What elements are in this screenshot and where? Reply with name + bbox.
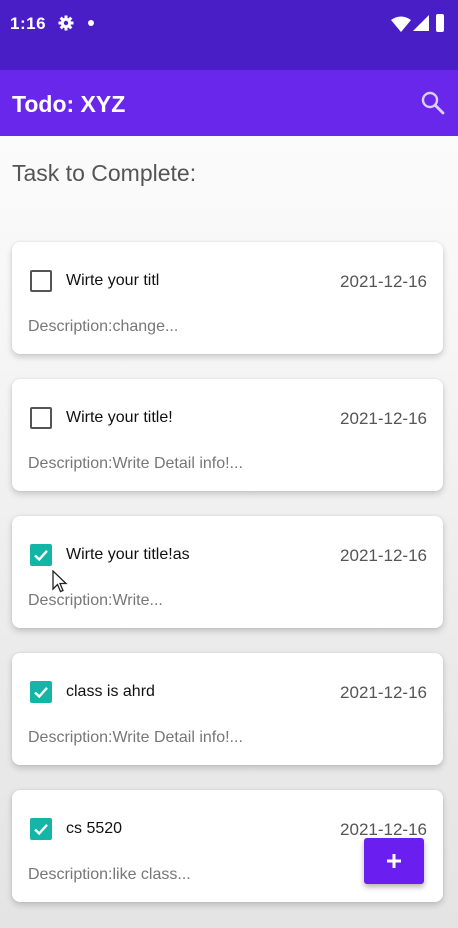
task-title: Wirte your title!	[66, 409, 173, 426]
add-task-button[interactable]	[364, 838, 424, 884]
task-description: Description:change...	[28, 318, 179, 335]
task-description: Description:Write...	[28, 592, 163, 609]
task-card[interactable]: Wirte your titl 2021-12-16 Description:c…	[12, 242, 443, 354]
status-time: 1:16	[10, 14, 47, 33]
task-date: 2021-12-16	[340, 272, 427, 291]
task-card[interactable]: Wirte your title! 2021-12-16 Description…	[12, 379, 443, 491]
task-date: 2021-12-16	[340, 409, 427, 428]
task-description: Description:Write Detail info!...	[28, 455, 243, 472]
status-bar: 1:16	[0, 0, 458, 70]
task-title: class is ahrd	[66, 683, 155, 700]
app-bar: Todo: XYZ	[0, 70, 458, 136]
task-checkbox[interactable]	[30, 407, 52, 429]
dot-icon	[88, 20, 94, 26]
task-checkbox-checked[interactable]	[30, 818, 52, 840]
task-date: 2021-12-16	[340, 683, 427, 702]
check-icon	[34, 823, 48, 836]
check-icon	[34, 686, 48, 699]
task-description: Description:like class...	[28, 866, 191, 883]
task-title: Wirte your title!as	[66, 546, 190, 563]
app-title: Todo: XYZ	[12, 91, 126, 117]
signal-icon	[413, 15, 429, 31]
task-description: Description:Write Detail info!...	[28, 729, 243, 746]
task-date: 2021-12-16	[340, 820, 427, 839]
task-title: cs 5520	[66, 820, 123, 837]
task-checkbox[interactable]	[30, 270, 52, 292]
task-date: 2021-12-16	[340, 546, 427, 565]
task-title: Wirte your titl	[66, 272, 160, 289]
wifi-icon	[391, 16, 411, 32]
battery-icon	[436, 14, 444, 32]
task-card[interactable]: Wirte your title!as 2021-12-16 Descripti…	[12, 516, 443, 628]
search-icon[interactable]	[420, 90, 446, 116]
section-title: Task to Complete:	[12, 160, 197, 186]
task-checkbox-checked[interactable]	[30, 681, 52, 703]
task-card[interactable]: class is ahrd 2021-12-16 Description:Wri…	[12, 653, 443, 765]
check-icon	[34, 549, 48, 562]
gear-icon	[58, 15, 74, 31]
task-checkbox-checked[interactable]	[30, 544, 52, 566]
mouse-cursor-icon	[52, 570, 68, 593]
plus-icon	[387, 854, 401, 868]
